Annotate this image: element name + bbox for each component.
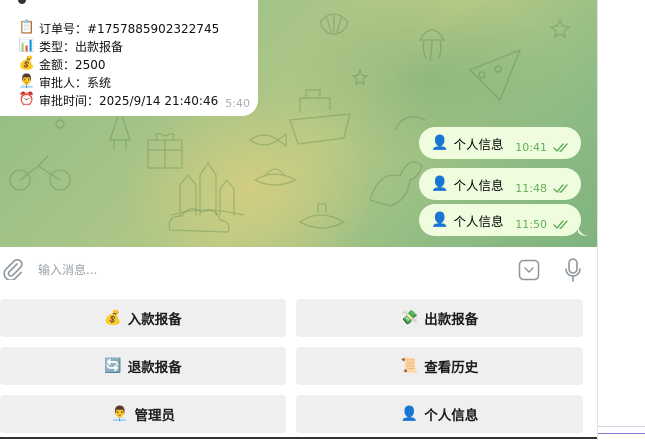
message-time: 5:40 [225, 97, 250, 110]
bubble-tail [578, 224, 588, 236]
message-time: 10:41 [515, 141, 547, 154]
outgoing-message-bubble: 👤 个人信息 11:48 [419, 168, 581, 200]
window-bottom-edge [0, 437, 597, 439]
refresh-icon: 🔄 [104, 358, 122, 374]
order-number-text: 订单号：#1757885902322745 [39, 21, 220, 36]
order-number-line: 📋 订单号：#1757885902322745 [17, 19, 219, 37]
reply-keyboard: 💰 入款报备 💸 出款报备 🔄 退款报备 📜 查看历史 👨‍💼 管理员 👤 个人… [0, 293, 597, 440]
approver-text: 审批人：系统 [39, 75, 112, 90]
approval-time-line: ⏰ 审批时间：2025/9/14 21:40:46 [17, 91, 218, 109]
bust-silhouette-icon: 👤 [431, 212, 449, 228]
money-wings-icon: 💸 [400, 310, 419, 326]
paperclip-icon[interactable] [2, 258, 24, 280]
chat-background: 📋 订单号：#1757885902322745 📊 类型：出款报备 💰 金额：2… [0, 0, 597, 247]
bust-silhouette-icon: 👤 [431, 176, 449, 192]
button-label: 入款报备 [127, 312, 182, 328]
button-label: 退款报备 [127, 360, 182, 376]
office-worker-icon: 👨‍💼 [18, 74, 36, 89]
message-text: 个人信息 [453, 136, 504, 152]
message-text: 个人信息 [453, 177, 504, 193]
amount-text: 金额：2500 [39, 57, 106, 72]
message-text: 个人信息 [453, 213, 504, 229]
outgoing-message-bubble: 👤 个人信息 10:41 [419, 127, 581, 159]
message-time: 11:48 [515, 182, 547, 195]
money-bag-icon: 💰 [104, 310, 122, 326]
approver-line: 👨‍💼 审批人：系统 [17, 73, 111, 91]
admin-button[interactable]: 👨‍💼 管理员 [0, 395, 286, 433]
profile-info-button[interactable]: 👤 个人信息 [296, 395, 583, 433]
message-time: 11:50 [515, 218, 547, 231]
approval-time-text: 审批时间：2025/9/14 21:40:46 [39, 93, 219, 108]
microphone-icon[interactable] [563, 257, 583, 283]
double-check-icon [553, 220, 568, 230]
side-panel-edge [597, 0, 645, 440]
keyboard-icon[interactable] [518, 259, 540, 281]
double-check-icon [553, 184, 568, 194]
button-label: 个人信息 [424, 408, 479, 424]
button-label: 管理员 [134, 408, 175, 424]
scroll-icon: 📜 [400, 358, 419, 374]
withdrawal-report-button[interactable]: 💸 出款报备 [296, 299, 583, 337]
button-label: 出款报备 [424, 312, 479, 328]
type-text: 类型：出款报备 [39, 39, 124, 54]
type-line: 📊 类型：出款报备 [17, 37, 123, 55]
bust-silhouette-icon: 👤 [400, 406, 419, 422]
bust-silhouette-icon: 👤 [431, 135, 449, 151]
divider [598, 426, 645, 427]
alarm-clock-icon: ⏰ [18, 92, 36, 107]
double-check-icon [553, 143, 568, 153]
message-cutoff-glyph [18, 0, 26, 4]
incoming-message-bubble: 📋 订单号：#1757885902322745 📊 类型：出款报备 💰 金额：2… [0, 0, 258, 116]
deposit-report-button[interactable]: 💰 入款报备 [0, 299, 286, 337]
message-composer [0, 247, 597, 293]
view-history-button[interactable]: 📜 查看历史 [296, 347, 583, 385]
button-label: 查看历史 [424, 360, 479, 376]
amount-line: 💰 金额：2500 [17, 55, 106, 73]
message-input[interactable] [38, 260, 488, 280]
bar-chart-icon: 📊 [18, 38, 36, 53]
divider [598, 433, 645, 434]
clipboard-icon: 📋 [18, 20, 36, 35]
outgoing-message-bubble: 👤 个人信息 11:50 [419, 204, 581, 236]
money-bag-icon: 💰 [18, 56, 36, 71]
office-worker-icon: 👨‍💼 [111, 406, 129, 422]
refund-report-button[interactable]: 🔄 退款报备 [0, 347, 286, 385]
